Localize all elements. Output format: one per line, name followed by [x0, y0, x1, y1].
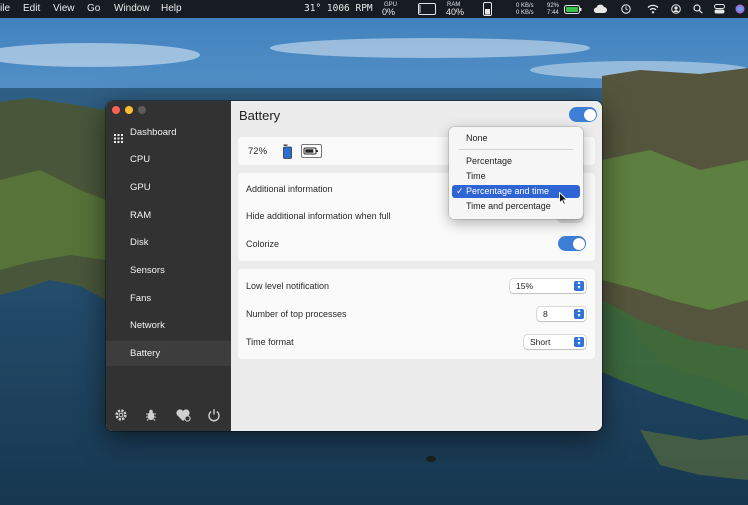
zoom-window-button[interactable]: [138, 106, 146, 114]
sidebar-item-fans[interactable]: Fans: [106, 286, 231, 311]
cpu-box-icon[interactable]: [418, 3, 436, 15]
sidebar-item-ram[interactable]: RAM: [106, 203, 231, 228]
minimize-window-button[interactable]: [125, 106, 133, 114]
sidebar-item-disk[interactable]: Disk: [106, 230, 231, 255]
control-center-icon[interactable]: [714, 4, 725, 14]
menu-window[interactable]: Window: [114, 3, 150, 15]
temp-fan-readout[interactable]: 31° 1006 RPM: [304, 3, 373, 15]
sidebar-item-label: Sensors: [130, 265, 165, 276]
battery-icon[interactable]: [564, 5, 582, 14]
sidebar-item-label: GPU: [130, 182, 151, 193]
low-level-select[interactable]: 15% ▴ ▾: [510, 279, 586, 293]
sidebar-item-label: CPU: [130, 154, 151, 165]
net-up-value[interactable]: 0 KB/s: [516, 3, 534, 9]
sidebar-item-cpu[interactable]: CPU: [106, 147, 231, 172]
chevron-updown-icon: ▴ ▾: [574, 336, 584, 347]
sidebar-item-battery[interactable]: Battery: [106, 341, 231, 366]
low-level-label: Low level notification: [246, 281, 330, 291]
ram-value[interactable]: 40%: [446, 8, 464, 17]
preview-percent: 72%: [248, 146, 268, 157]
battery-time[interactable]: 7:44: [547, 10, 559, 16]
time-format-select[interactable]: Short ▴ ▾: [524, 335, 586, 349]
top-processes-select[interactable]: 8 ▴ ▾: [537, 307, 586, 321]
top-processes-value: 8: [543, 309, 548, 319]
sidebar-item-label: Battery: [130, 348, 161, 359]
sidebar: Dashboard CPU GPU RAM Disk Sensors Fans …: [106, 101, 231, 431]
sidebar-item-network[interactable]: Network: [106, 313, 231, 338]
grid-icon: [114, 128, 123, 143]
settings-gear-icon[interactable]: [114, 408, 128, 422]
support-heart-icon[interactable]: [175, 408, 191, 422]
clock-icon[interactable]: [621, 4, 631, 14]
sidebar-item-label: RAM: [130, 210, 152, 221]
checkmark-icon: ✓: [456, 186, 464, 196]
additional-info-dropdown-menu: None Percentage Time ✓ Percentage and ti…: [449, 127, 583, 219]
user-icon[interactable]: [671, 4, 681, 14]
close-window-button[interactable]: [112, 106, 120, 114]
additional-info-label: Additional information: [246, 184, 333, 194]
dropdown-option-percentage[interactable]: Percentage: [452, 155, 580, 168]
sidebar-item-label: Disk: [130, 237, 149, 248]
chevron-updown-icon: ▴ ▾: [574, 280, 584, 291]
top-processes-label: Number of top processes: [246, 309, 347, 319]
time-format-label: Time format: [246, 337, 294, 347]
menu-edit[interactable]: Edit: [23, 3, 40, 15]
dropdown-option-none[interactable]: None: [452, 132, 580, 145]
search-icon[interactable]: [693, 4, 703, 14]
menu-help[interactable]: Help: [161, 3, 182, 15]
sidebar-item-label: Dashboard: [130, 127, 177, 138]
dropdown-option-label: None: [466, 133, 488, 143]
ram-bar-icon[interactable]: [483, 2, 492, 16]
mouse-pointer-icon: [559, 192, 568, 205]
sidebar-item-label: Network: [130, 320, 165, 331]
dropdown-option-label: Time: [466, 171, 486, 181]
battery-horizontal-icon[interactable]: [301, 144, 322, 163]
menu-app-partial[interactable]: ile: [0, 3, 10, 15]
menu-go[interactable]: Go: [87, 3, 100, 15]
hide-when-full-label: Hide additional information when full: [246, 211, 391, 221]
menu-view[interactable]: View: [53, 3, 75, 15]
chevron-updown-icon: ▴ ▾: [574, 308, 584, 319]
wifi-icon[interactable]: [647, 4, 659, 14]
dropdown-option-label: Percentage and time: [466, 186, 550, 196]
module-enable-toggle[interactable]: [569, 107, 597, 122]
colorize-toggle[interactable]: [558, 236, 586, 251]
bug-icon[interactable]: [144, 408, 158, 422]
cloud-icon[interactable]: [592, 4, 607, 14]
menu-bar: ile Edit View Go Window Help 31° 1006 RP…: [0, 0, 748, 18]
page-title: Battery: [239, 108, 281, 123]
dropdown-option-label: Percentage: [466, 156, 513, 166]
gpu-value[interactable]: 0%: [382, 8, 395, 17]
siri-icon[interactable]: [735, 4, 745, 14]
sidebar-item-dashboard[interactable]: Dashboard: [106, 120, 231, 145]
dropdown-option-time[interactable]: Time: [452, 170, 580, 183]
net-down-value[interactable]: 0 KB/s: [516, 10, 534, 16]
power-icon[interactable]: [207, 408, 221, 422]
battery-vertical-icon[interactable]: [283, 144, 292, 164]
colorize-label: Colorize: [246, 239, 280, 249]
dropdown-option-label: Time and percentage: [466, 201, 551, 211]
dropdown-separator: [459, 149, 573, 150]
low-level-value: 15%: [516, 281, 534, 291]
battery-percent[interactable]: 92%: [547, 3, 559, 9]
sidebar-item-label: Fans: [130, 293, 152, 304]
sidebar-item-sensors[interactable]: Sensors: [106, 258, 231, 283]
sidebar-item-gpu[interactable]: GPU: [106, 175, 231, 200]
thresholds-card: Low level notification 15% ▴ ▾ Number of …: [238, 269, 595, 359]
time-format-value: Short: [530, 337, 551, 347]
